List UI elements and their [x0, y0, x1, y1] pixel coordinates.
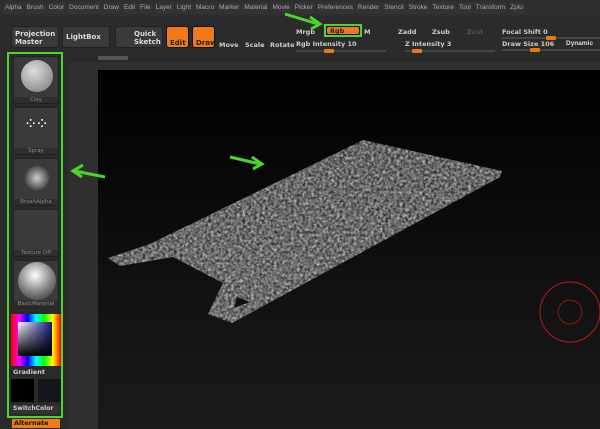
material-sphere-icon	[18, 262, 56, 300]
main-color-swatch[interactable]	[11, 379, 34, 402]
color-picker[interactable]	[11, 314, 61, 366]
arrow-icon	[70, 163, 106, 179]
color-square[interactable]	[18, 322, 52, 356]
material-picker[interactable]: BasicMaterial	[13, 260, 59, 308]
brush-label: Clay	[14, 97, 58, 103]
alpha-picker[interactable]: BrushAlpha	[13, 158, 59, 206]
scene	[70, 12, 600, 343]
brush-picker[interactable]: Clay	[13, 56, 59, 104]
plate-model	[108, 140, 502, 323]
secondary-color-swatch[interactable]	[38, 379, 61, 402]
clay-brush-icon	[21, 60, 53, 92]
stroke-picker[interactable]: ⁘⁘ Spray	[13, 107, 59, 155]
brush-cursor	[539, 281, 600, 343]
material-label: BasicMaterial	[14, 301, 58, 307]
brush-alpha-icon	[24, 165, 50, 191]
texture-label: Texture Off	[14, 250, 58, 256]
alpha-label: BrushAlpha	[14, 199, 58, 205]
arrow-icon	[284, 12, 323, 31]
texture-picker[interactable]: Texture Off	[13, 209, 59, 257]
gradient-label[interactable]: Gradient	[13, 368, 45, 376]
spray-stroke-icon: ⁘⁘	[24, 114, 49, 133]
stroke-label: Spray	[14, 148, 58, 154]
switch-color-button[interactable]: SwitchColor	[11, 405, 59, 414]
arrow-icon	[229, 155, 265, 171]
left-shelf: Clay ⁘⁘ Spray BrushAlpha Texture Off Basi…	[7, 52, 63, 418]
alternate-button[interactable]: Alternate	[12, 419, 60, 428]
